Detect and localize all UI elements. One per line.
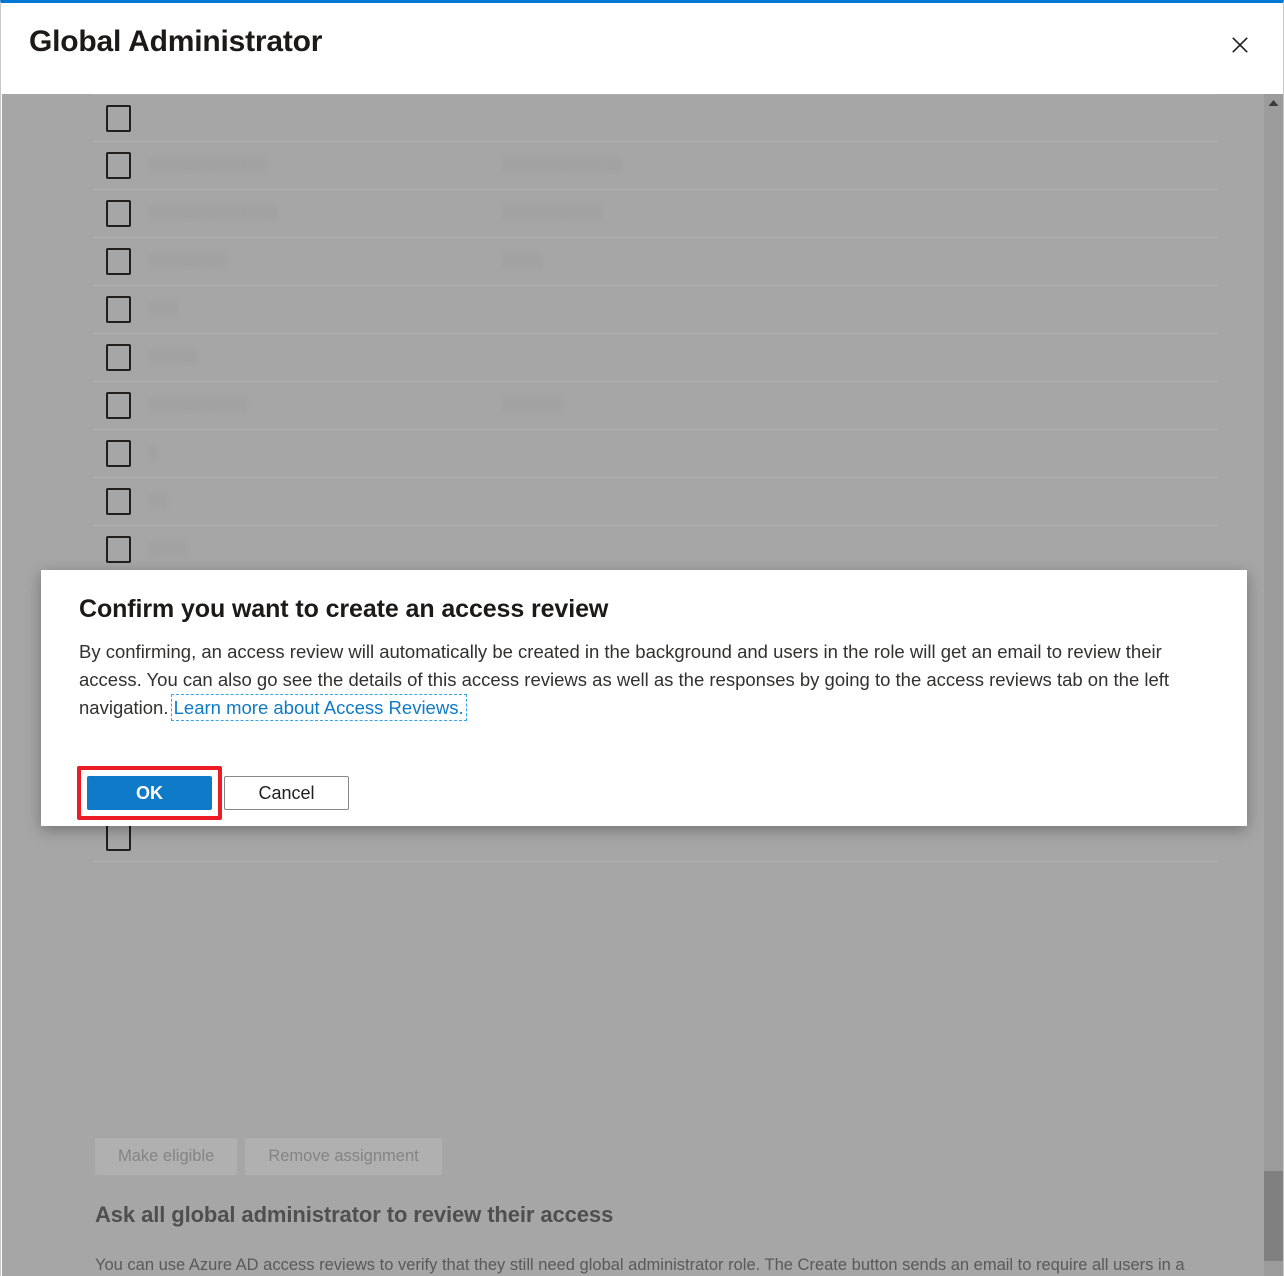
- table-row[interactable]: ████: [93, 526, 1217, 574]
- scrollbar-thumb[interactable]: [1264, 1171, 1283, 1261]
- learn-more-link[interactable]: Learn more about Access Reviews.: [174, 697, 464, 718]
- row-checkbox[interactable]: [106, 248, 131, 275]
- table-row[interactable]: ███: [93, 286, 1217, 334]
- blade-window: Global Administrator ███████████████████…: [0, 0, 1284, 1276]
- row-cell: █████████████: [148, 205, 478, 221]
- table-row[interactable]: █████: [93, 334, 1217, 382]
- table-row[interactable]: ████████████: [93, 238, 1217, 286]
- row-checkbox[interactable]: [106, 440, 131, 467]
- row-cell: ██████: [503, 397, 833, 413]
- blade-header: Global Administrator: [1, 6, 1283, 94]
- row-checkbox[interactable]: [106, 105, 131, 132]
- row-cell: ██████████: [148, 397, 478, 413]
- make-eligible-button[interactable]: Make eligible: [95, 1138, 237, 1175]
- scrollbar-up-arrow[interactable]: [1264, 94, 1283, 112]
- table-row[interactable]: ███████████████████████: [93, 190, 1217, 238]
- row-cell: ████████████: [503, 157, 833, 173]
- close-icon: [1230, 35, 1250, 55]
- ok-button-highlight: OK: [77, 766, 222, 820]
- row-cell: █: [148, 445, 478, 461]
- vertical-scrollbar[interactable]: [1264, 94, 1283, 1276]
- access-review-heading: Ask all global administrator to review t…: [95, 1202, 1205, 1228]
- close-button[interactable]: [1223, 28, 1257, 62]
- table-row[interactable]: █: [93, 430, 1217, 478]
- row-checkbox[interactable]: [106, 392, 131, 419]
- table-row[interactable]: ████████████████: [93, 382, 1217, 430]
- row-cell: ████: [503, 253, 833, 269]
- row-checkbox[interactable]: [106, 344, 131, 371]
- table-row[interactable]: [93, 94, 1217, 142]
- row-checkbox[interactable]: [106, 152, 131, 179]
- access-review-section: Ask all global administrator to review t…: [95, 1202, 1205, 1276]
- chevron-down-icon: [1268, 1261, 1279, 1276]
- row-cell: ████████: [148, 253, 478, 269]
- page-title: Global Administrator: [29, 25, 322, 59]
- access-review-description: You can use Azure AD access reviews to v…: [95, 1252, 1199, 1276]
- row-checkbox[interactable]: [106, 536, 131, 563]
- row-cell: ████: [148, 541, 478, 557]
- row-checkbox[interactable]: [106, 824, 131, 851]
- cancel-button[interactable]: Cancel: [224, 776, 349, 810]
- dialog-body: By confirming, an access review will aut…: [79, 638, 1198, 722]
- row-checkbox[interactable]: [106, 200, 131, 227]
- row-cell: █████: [148, 349, 478, 365]
- table-row[interactable]: ████████████ ████████████: [93, 142, 1217, 190]
- list-action-toolbar: Make eligible Remove assignment: [95, 1138, 442, 1175]
- row-cell: ██████████: [503, 205, 833, 221]
- scrollbar-down-arrow[interactable]: [1264, 1261, 1283, 1276]
- row-cell: ███: [148, 301, 478, 317]
- row-cell: ██: [148, 493, 478, 509]
- chevron-up-icon: [1268, 94, 1279, 112]
- remove-assignment-button[interactable]: Remove assignment: [245, 1138, 441, 1175]
- row-cell: ████████████: [148, 157, 478, 173]
- table-row[interactable]: ██: [93, 478, 1217, 526]
- row-checkbox[interactable]: [106, 296, 131, 323]
- ok-button[interactable]: OK: [87, 776, 212, 810]
- row-checkbox[interactable]: [106, 488, 131, 515]
- dialog-title: Confirm you want to create an access rev…: [79, 595, 608, 624]
